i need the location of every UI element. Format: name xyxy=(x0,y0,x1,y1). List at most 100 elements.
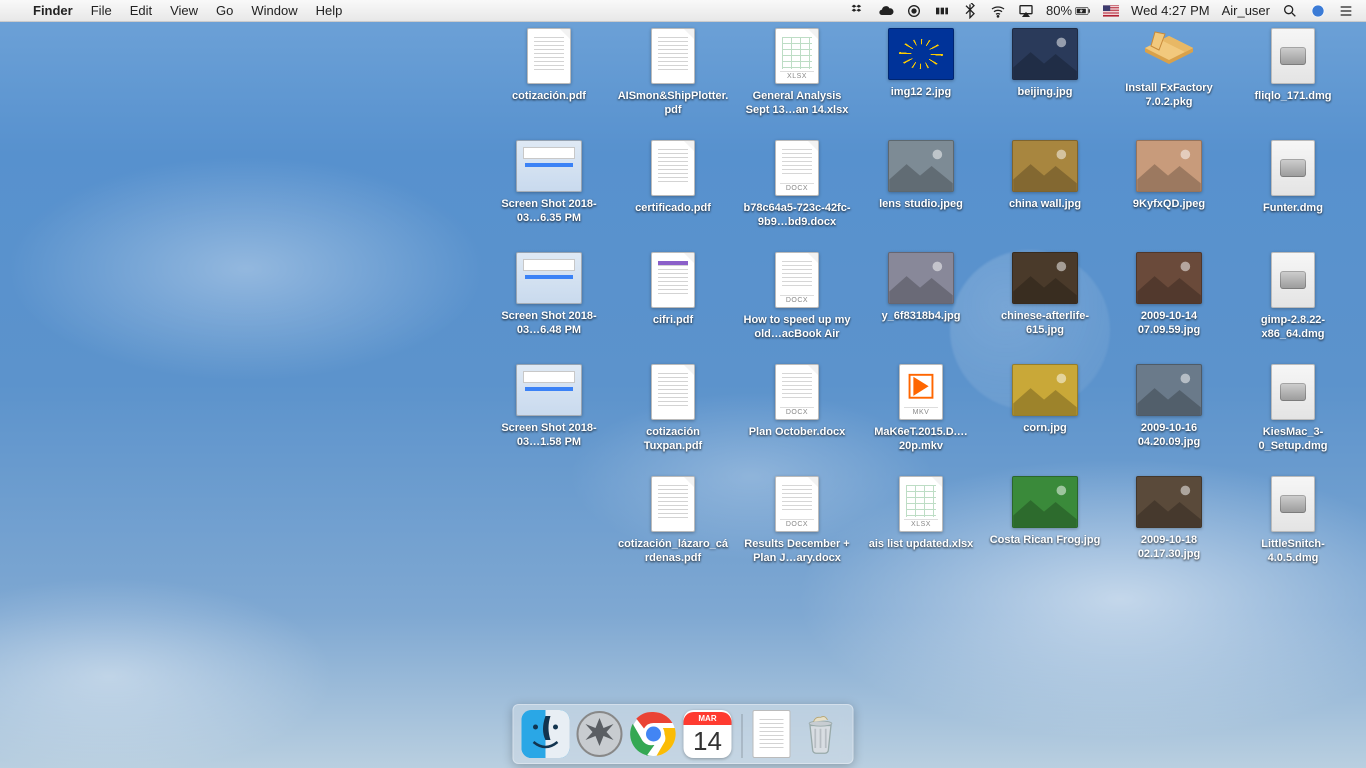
dock-launchpad[interactable] xyxy=(576,710,624,758)
desktop-icon[interactable]: Screen Shot 2018-03…6.35 PM xyxy=(490,140,608,252)
desktop-icon[interactable]: gimp-2.8.22-x86_64.dmg xyxy=(1234,252,1352,364)
file-label: KiesMac_3-0_Setup.dmg xyxy=(1234,425,1352,453)
file-icon xyxy=(1271,476,1315,532)
clock[interactable]: Wed 4:27 PM xyxy=(1131,3,1210,18)
dock-calendar[interactable]: MAR 14 xyxy=(684,710,732,758)
desktop-icon[interactable]: Screen Shot 2018-03…1.58 PM xyxy=(490,364,608,476)
wifi-icon[interactable] xyxy=(990,3,1006,19)
file-icon xyxy=(651,364,695,420)
input-flag-icon[interactable] xyxy=(1103,3,1119,19)
desktop-icon[interactable]: y_6f8318b4.jpg xyxy=(862,252,980,364)
file-label: certificado.pdf xyxy=(633,201,713,215)
desktop-icon[interactable]: 2009-10-18 02.17.30.jpg xyxy=(1110,476,1228,588)
file-icon xyxy=(516,364,582,416)
desktop-icon[interactable]: Install FxFactory 7.0.2.pkg xyxy=(1110,28,1228,140)
menu-edit[interactable]: Edit xyxy=(121,3,161,18)
file-label: y_6f8318b4.jpg xyxy=(880,309,963,323)
desktop-icon[interactable]: MKVMaK6eT.2015.D.…20p.mkv xyxy=(862,364,980,476)
file-icon xyxy=(1271,140,1315,196)
disk-icon[interactable] xyxy=(934,3,950,19)
record-icon[interactable] xyxy=(906,3,922,19)
dock-trash[interactable] xyxy=(797,710,845,758)
desktop-icon[interactable]: cotización_lázaro_cárdenas.pdf xyxy=(614,476,732,588)
file-icon xyxy=(1141,28,1197,76)
file-icon xyxy=(1136,364,1202,416)
dock-finder[interactable] xyxy=(522,710,570,758)
desktop-icon[interactable]: cifri.pdf xyxy=(614,252,732,364)
battery-percent: 80% xyxy=(1046,3,1072,18)
battery-status[interactable]: 80% xyxy=(1046,3,1091,19)
file-icon xyxy=(888,140,954,192)
file-label: 2009-10-18 02.17.30.jpg xyxy=(1110,533,1228,561)
desktop-icon[interactable]: cotización Tuxpan.pdf xyxy=(614,364,732,476)
cloud-icon[interactable] xyxy=(878,3,894,19)
menu-file[interactable]: File xyxy=(82,3,121,18)
dock-recent-doc[interactable] xyxy=(753,710,791,758)
file-label: AISmon&ShipPlotter.pdf xyxy=(614,89,732,117)
desktop-icon[interactable]: cotización.pdf xyxy=(490,28,608,140)
file-label: How to speed up my old…acBook Air xyxy=(738,313,856,341)
file-label: 2009-10-16 04.20.09.jpg xyxy=(1110,421,1228,449)
desktop-icon[interactable]: KiesMac_3-0_Setup.dmg xyxy=(1234,364,1352,476)
menu-go[interactable]: Go xyxy=(207,3,242,18)
desktop-icon[interactable]: DOCXPlan October.docx xyxy=(738,364,856,476)
siri-icon[interactable] xyxy=(1310,3,1326,19)
file-label: Install FxFactory 7.0.2.pkg xyxy=(1110,81,1228,109)
desktop-icon[interactable]: XLSXais list updated.xlsx xyxy=(862,476,980,588)
file-label: General Analysis Sept 13…an 14.xlsx xyxy=(738,89,856,117)
file-icon xyxy=(651,140,695,196)
file-label: china wall.jpg xyxy=(1007,197,1083,211)
desktop-icon[interactable]: 2009-10-14 07.09.59.jpg xyxy=(1110,252,1228,364)
desktop-icon[interactable]: DOCXResults December + Plan J…ary.docx xyxy=(738,476,856,588)
file-label: LittleSnitch-4.0.5.dmg xyxy=(1234,537,1352,565)
desktop-icon[interactable]: fliqlo_171.dmg xyxy=(1234,28,1352,140)
file-label: Results December + Plan J…ary.docx xyxy=(738,537,856,565)
airplay-icon[interactable] xyxy=(1018,3,1034,19)
desktop-icon[interactable]: Costa Rican Frog.jpg xyxy=(986,476,1104,588)
file-icon xyxy=(1136,140,1202,192)
desktop-icon[interactable]: DOCXb78c64a5-723c-42fc-9b9…bd9.docx xyxy=(738,140,856,252)
desktop-icon[interactable]: img12 2.jpg xyxy=(862,28,980,140)
file-label: Screen Shot 2018-03…1.58 PM xyxy=(490,421,608,449)
desktop-icon[interactable]: chinese-afterlife-615.jpg xyxy=(986,252,1104,364)
file-icon: DOCX xyxy=(775,364,819,420)
file-label: Screen Shot 2018-03…6.48 PM xyxy=(490,309,608,337)
file-label: lens studio.jpeg xyxy=(877,197,965,211)
menu-window[interactable]: Window xyxy=(242,3,306,18)
notification-center-icon[interactable] xyxy=(1338,3,1354,19)
desktop-icon[interactable]: 2009-10-16 04.20.09.jpg xyxy=(1110,364,1228,476)
spotlight-icon[interactable] xyxy=(1282,3,1298,19)
desktop-icon[interactable]: AISmon&ShipPlotter.pdf xyxy=(614,28,732,140)
dock-separator xyxy=(742,714,743,758)
dock-chrome[interactable] xyxy=(630,710,678,758)
file-label: 9KyfxQD.jpeg xyxy=(1131,197,1207,211)
desktop-icon[interactable]: china wall.jpg xyxy=(986,140,1104,252)
file-icon xyxy=(1271,28,1315,84)
file-icon xyxy=(516,252,582,304)
desktop-icon[interactable]: Screen Shot 2018-03…6.48 PM xyxy=(490,252,608,364)
desktop-icon[interactable]: lens studio.jpeg xyxy=(862,140,980,252)
desktop-icon[interactable]: Funter.dmg xyxy=(1234,140,1352,252)
file-label: Costa Rican Frog.jpg xyxy=(988,533,1103,547)
menu-help[interactable]: Help xyxy=(307,3,352,18)
desktop-icon[interactable]: XLSXGeneral Analysis Sept 13…an 14.xlsx xyxy=(738,28,856,140)
file-icon xyxy=(1012,140,1078,192)
desktop-icon[interactable]: corn.jpg xyxy=(986,364,1104,476)
desktop[interactable]: cotización.pdfAISmon&ShipPlotter.pdfXLSX… xyxy=(490,28,1352,588)
desktop-icon[interactable]: 9KyfxQD.jpeg xyxy=(1110,140,1228,252)
dropbox-icon[interactable] xyxy=(850,3,866,19)
desktop-icon[interactable]: beijing.jpg xyxy=(986,28,1104,140)
bluetooth-icon[interactable] xyxy=(962,3,978,19)
desktop-icon[interactable]: DOCXHow to speed up my old…acBook Air xyxy=(738,252,856,364)
file-label: MaK6eT.2015.D.…20p.mkv xyxy=(862,425,980,453)
desktop-icon[interactable]: LittleSnitch-4.0.5.dmg xyxy=(1234,476,1352,588)
file-label: cifri.pdf xyxy=(651,313,695,327)
calendar-day: 14 xyxy=(693,725,722,757)
app-menu[interactable]: Finder xyxy=(24,3,82,18)
file-icon xyxy=(1271,252,1315,308)
menu-view[interactable]: View xyxy=(161,3,207,18)
file-label: cotización_lázaro_cárdenas.pdf xyxy=(614,537,732,565)
user-menu[interactable]: Air_user xyxy=(1222,3,1270,18)
file-icon: XLSX xyxy=(899,476,943,532)
desktop-icon[interactable]: certificado.pdf xyxy=(614,140,732,252)
